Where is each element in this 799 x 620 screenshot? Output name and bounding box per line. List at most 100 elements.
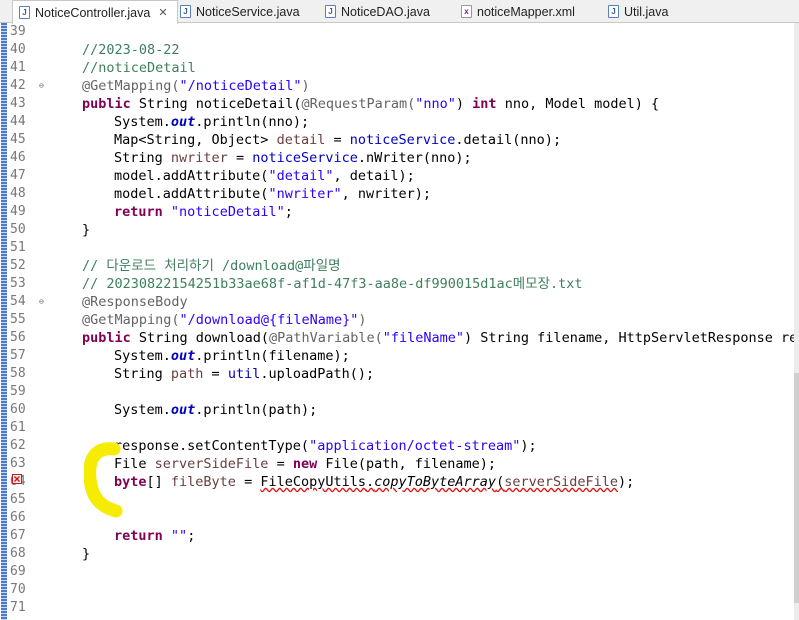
keyword: return [114,528,163,544]
java-file-icon: J [325,5,336,18]
annotation: @ResponseBody [82,294,188,310]
keyword: return [114,204,163,220]
code-text: .println(nno); [195,114,310,130]
string-literal: "detail" [268,168,334,184]
keyword: new [292,456,318,472]
code-text: = [268,456,293,472]
code-text: System. [114,402,171,418]
code-line-54: @ResponseBody [82,293,188,311]
line-number: 50 [10,222,26,237]
code-text: ) [455,96,473,112]
code-text: ); [618,474,635,490]
string-literal: "/download@{fileName}" [179,312,359,328]
code-line-46: String nwriter = noticeService.nWriter(n… [114,149,472,167]
string-literal: "/noticeDetail" [179,78,302,94]
code-line-44: System.out.println(nno); [114,113,309,131]
field: noticeService [349,132,456,148]
code-text: ; [187,528,196,544]
local-variable: serverSideFile [154,456,269,472]
code-line-47: model.addAttribute("detail", detail); [114,167,415,185]
line-number: 55 [10,312,26,327]
line-number: 45 [10,132,26,147]
line-number: 46 [10,150,26,165]
tab-notice-controller[interactable]: J NoticeController.java ✕ [12,0,178,24]
annotation: @PathVariable( [268,330,383,346]
code-line-58: String path = util.uploadPath(); [114,365,374,383]
code-line-60: System.out.println(path); [114,401,317,419]
scrollbar-thumb[interactable] [794,373,799,603]
code-line-53: // 20230822154251b33ae68f-af1d-47f3-aa8e… [82,275,583,293]
code-text: } [82,546,91,562]
tab-notice-dao[interactable]: J NoticeDAO.java [325,0,430,23]
line-number: 43 [10,96,26,111]
tab-label: NoticeDAO.java [341,4,430,19]
code-text: = [325,132,350,148]
line-number: 67 [10,528,26,543]
field: util [227,366,261,382]
line-number: 60 [10,402,26,417]
static-field: out [170,114,196,130]
code-text: = [235,474,261,490]
string-literal: "fileName" [382,330,465,346]
code-text: .nWriter(nno); [357,150,472,166]
line-number: 65 [10,492,26,507]
annotation: @GetMapping( [82,78,180,94]
comment: // 20230822154251b33ae68f-af1d-47f3-aa8e… [82,276,583,292]
code-text: = [227,150,253,166]
static-field: out [170,348,196,364]
java-file-icon: J [608,5,619,18]
vertical-scrollbar[interactable] [794,23,799,620]
code-text: File [114,456,155,472]
line-number: 47 [10,168,26,183]
code-text: , detail); [333,168,415,184]
code-line-62: response.setContentType("application/oct… [114,437,537,455]
close-icon[interactable]: ✕ [158,6,167,19]
comment: // 다운로드 처리하기 /download@파일명 [82,258,341,274]
line-number: 53 [10,276,26,291]
collapse-fold-icon[interactable]: ⊖ [39,297,49,307]
line-number: 54 [10,294,26,309]
code-text: System. [114,348,171,364]
code-text: nno, Model model) { [496,96,660,112]
line-number: 40 [10,42,26,57]
local-variable: path [170,366,204,382]
error-marker-icon[interactable] [12,474,22,484]
string-literal: "noticeDetail" [170,204,285,220]
code-line-45: Map<String, Object> detail = noticeServi… [114,131,561,149]
code-text: .detail(nno); [455,132,562,148]
code-line-52: // 다운로드 처리하기 /download@파일명 [82,257,341,275]
line-number: 58 [10,366,26,381]
code-line-41: //noticeDetail [82,59,196,77]
code-text: String download( [130,330,269,346]
code-editor[interactable]: 39 40 41 42 43 44 45 46 47 48 49 50 51 5… [0,23,799,620]
tab-label: NoticeService.java [196,4,300,19]
string-literal: "nno" [415,96,456,112]
comment: //2023-08-22 [82,42,180,58]
line-number: 52 [10,258,26,273]
code-text: model.addAttribute( [114,186,269,202]
code-text: System. [114,114,171,130]
line-number: 69 [10,564,26,579]
code-line-40: //2023-08-22 [82,41,180,59]
code-line-42: @GetMapping("/noticeDetail") [82,77,310,95]
code-line-55: @GetMapping("/download@{fileName}") [82,311,367,329]
string-literal: "application/octet-stream" [309,438,521,454]
java-file-icon: J [19,6,30,19]
line-number: 71 [10,600,26,615]
code-text: .println(filename); [195,348,350,364]
tab-util[interactable]: J Util.java [608,0,668,23]
line-number: 57 [10,348,26,363]
code-text: ; [284,204,293,220]
code-line-43: public String noticeDetail(@RequestParam… [82,95,659,113]
code-text: } [82,222,91,238]
tab-notice-service[interactable]: J NoticeService.java [180,0,300,23]
collapse-fold-icon[interactable]: ⊖ [39,81,49,91]
code-text: [] [146,474,171,490]
error-underlined-text: ( [496,474,505,490]
line-number: 48 [10,186,26,201]
line-number: 51 [10,240,26,255]
local-variable: detail [276,132,326,148]
static-field: out [170,402,196,418]
tab-notice-mapper[interactable]: x noticeMapper.xml [461,0,575,23]
